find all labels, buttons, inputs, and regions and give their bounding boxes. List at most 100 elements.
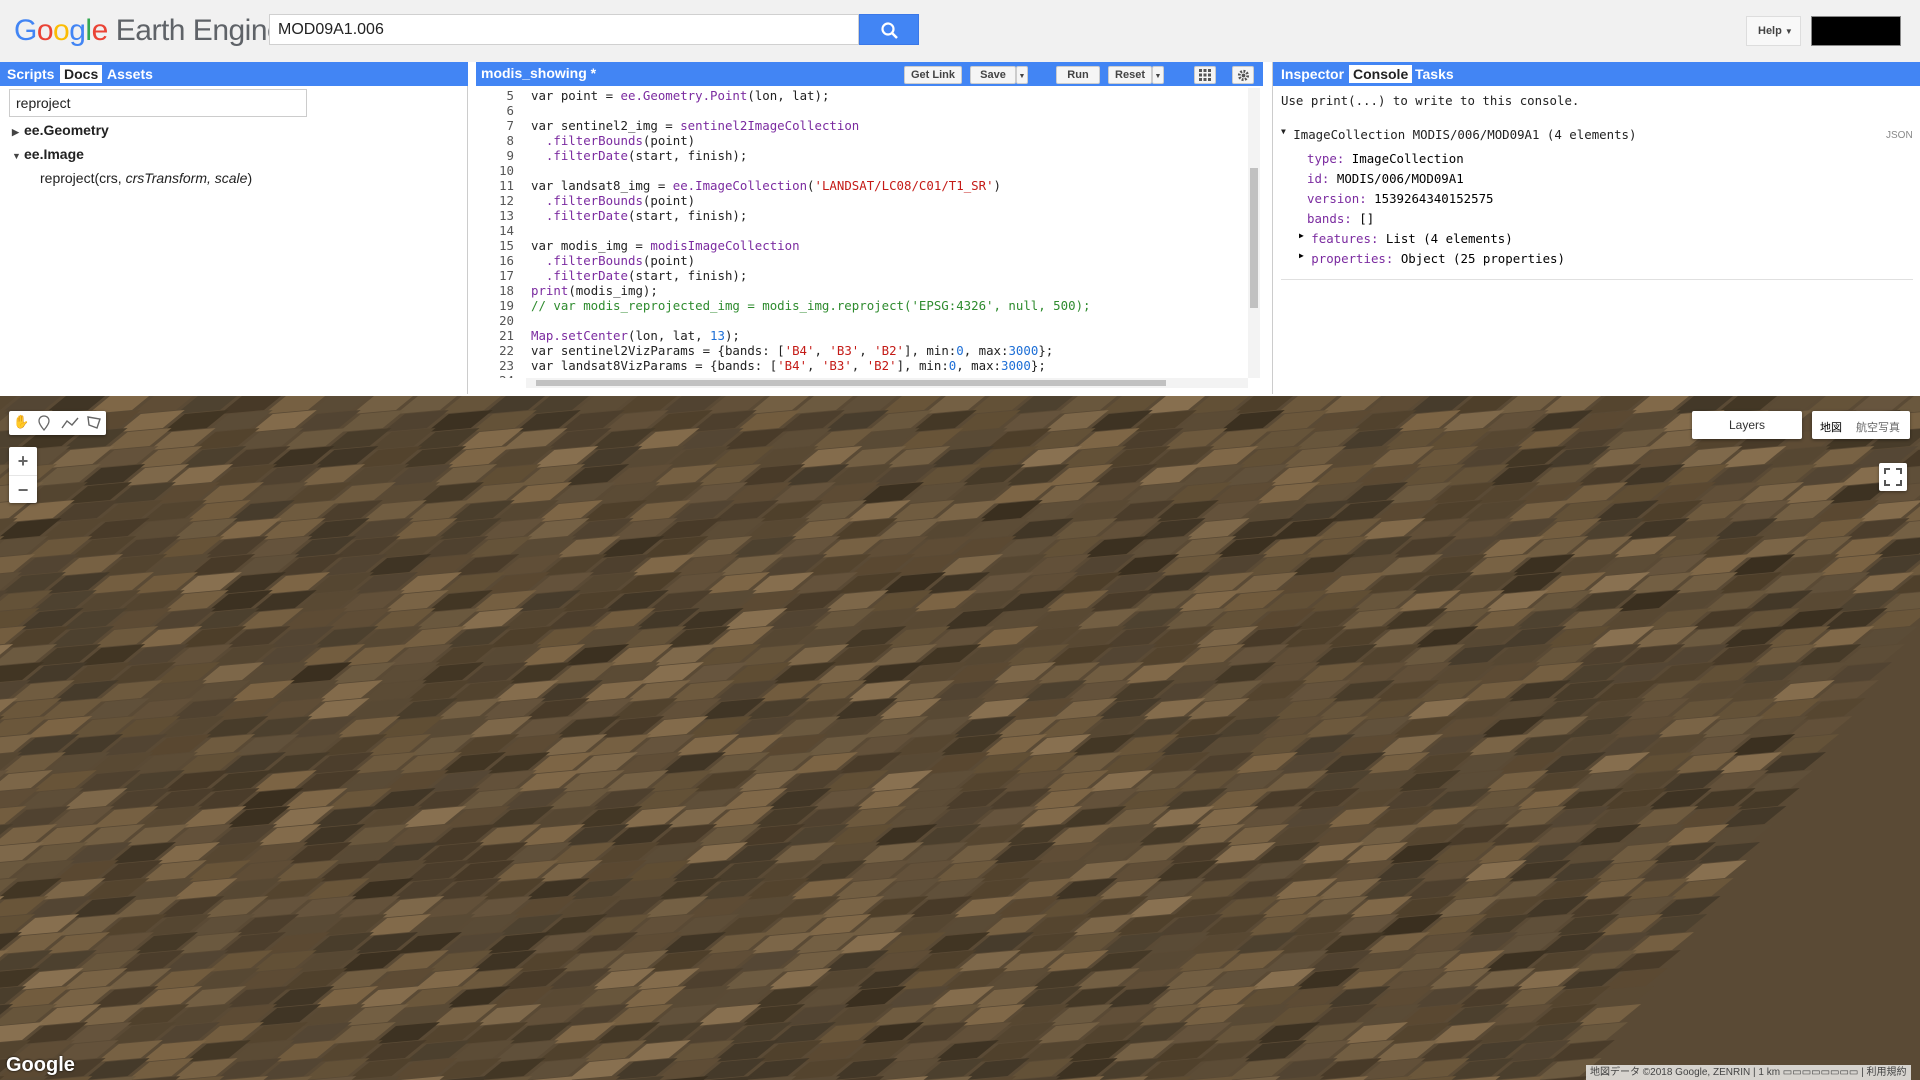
search-input[interactable]: MOD09A1.006 bbox=[269, 14, 859, 45]
polygon-icon[interactable] bbox=[86, 415, 102, 430]
map-attribution[interactable]: 地図データ ©2018 Google, ZENRIN | 1 km ▭▭▭▭▭▭… bbox=[1586, 1065, 1911, 1080]
code-line: Map.setCenter(lon, lat, 13); bbox=[531, 328, 740, 343]
field-key: id: bbox=[1307, 171, 1330, 186]
chevron-down-icon: ▼ bbox=[12, 151, 21, 161]
vertical-scrollbar[interactable] bbox=[1248, 88, 1260, 378]
console-collection-header[interactable]: ▼ ImageCollection MODIS/006/MOD09A1 (4 e… bbox=[1281, 127, 1636, 142]
map-type-satellite-button[interactable]: 航空写真 bbox=[1856, 419, 1900, 435]
chevron-down-icon: ▼ bbox=[1281, 127, 1286, 136]
chevron-right-icon: ▶ bbox=[1299, 231, 1304, 240]
code-line: .filterBounds(point) bbox=[545, 253, 696, 268]
map-view[interactable]: ✋ + − Layers 地図 航空写真 Google 地図データ ©2018 … bbox=[0, 396, 1920, 1080]
search-icon bbox=[881, 22, 898, 39]
code-line: .filterBounds(point) bbox=[545, 193, 696, 208]
console-field: id: MODIS/006/MOD09A1 bbox=[1307, 171, 1464, 186]
hand-icon[interactable]: ✋ bbox=[13, 414, 29, 430]
line-icon[interactable] bbox=[61, 416, 79, 430]
fullscreen-icon bbox=[1884, 468, 1902, 486]
line-number: 18 bbox=[499, 283, 514, 298]
earth-engine-logo[interactable]: Google Earth Engine bbox=[14, 14, 284, 48]
field-key: type: bbox=[1307, 151, 1345, 166]
tab-inspector[interactable]: Inspector bbox=[1277, 65, 1348, 83]
line-number: 13 bbox=[499, 208, 514, 223]
get-link-button[interactable]: Get Link bbox=[904, 66, 962, 84]
gear-icon bbox=[1237, 69, 1249, 82]
console-field: bands: [] bbox=[1307, 211, 1374, 226]
line-number: 14 bbox=[499, 223, 514, 238]
search-button[interactable] bbox=[859, 14, 919, 45]
line-number: 22 bbox=[499, 343, 514, 358]
chevron-down-icon: ▼ bbox=[1154, 73, 1162, 80]
scrollbar-thumb[interactable] bbox=[536, 380, 1166, 386]
run-button[interactable]: Run bbox=[1056, 66, 1100, 84]
code-line: .filterDate(start, finish); bbox=[545, 208, 748, 223]
method-close: ) bbox=[247, 170, 253, 186]
docs-search-input[interactable]: reproject bbox=[9, 89, 307, 117]
tab-assets[interactable]: Assets bbox=[103, 65, 157, 83]
field-value: MODIS/006/MOD09A1 bbox=[1336, 171, 1464, 186]
tab-tasks[interactable]: Tasks bbox=[1411, 65, 1458, 83]
zoom-out-button[interactable]: − bbox=[9, 475, 37, 503]
doc-method-reproject[interactable]: reproject(crs, crsTransform, scale) bbox=[40, 170, 252, 186]
line-number: 10 bbox=[499, 163, 514, 178]
line-number: 20 bbox=[499, 313, 514, 328]
help-button[interactable]: Help ▼ bbox=[1746, 16, 1801, 46]
reset-dropdown-button[interactable]: ▼ bbox=[1152, 66, 1164, 84]
code-line: var sentinel2VizParams = {bands: ['B4', … bbox=[531, 343, 1054, 358]
collection-header-text: ImageCollection MODIS/006/MOD09A1 (4 ele… bbox=[1293, 127, 1637, 142]
code-area[interactable]: 5 var point = ee.Geometry.Point(lon, lat… bbox=[476, 88, 1246, 378]
line-number: 15 bbox=[499, 238, 514, 253]
horizontal-scrollbar[interactable] bbox=[526, 378, 1248, 388]
fullscreen-button[interactable] bbox=[1879, 463, 1907, 491]
field-key: features: bbox=[1311, 231, 1379, 246]
tab-console[interactable]: Console bbox=[1349, 65, 1413, 83]
line-number: 16 bbox=[499, 253, 514, 268]
code-line: var landsat8_img = ee.ImageCollection('L… bbox=[531, 178, 1002, 193]
line-number: 17 bbox=[499, 268, 514, 283]
code-line: .filterDate(start, finish); bbox=[545, 148, 748, 163]
tab-docs[interactable]: Docs bbox=[60, 65, 103, 83]
layers-button[interactable]: Layers bbox=[1692, 411, 1802, 439]
code-line: var point = ee.Geometry.Point(lon, lat); bbox=[531, 88, 830, 103]
console-field-properties[interactable]: ▶ properties: Object (25 properties) bbox=[1299, 251, 1565, 266]
script-title: modis_showing * bbox=[481, 65, 597, 81]
field-value: Object (25 properties) bbox=[1400, 251, 1565, 266]
code-line: var landsat8VizParams = {bands: ['B4', '… bbox=[531, 358, 1046, 373]
line-number: 23 bbox=[499, 358, 514, 373]
json-link[interactable]: JSON bbox=[1886, 130, 1913, 141]
save-button[interactable]: Save bbox=[970, 66, 1016, 84]
code-line: .filterBounds(point) bbox=[545, 133, 696, 148]
console-hint: Use print(...) to write to this console. bbox=[1281, 93, 1580, 108]
map-type-map-button[interactable]: 地図 bbox=[1820, 419, 1842, 435]
line-number: 5 bbox=[506, 88, 514, 103]
line-number: 6 bbox=[506, 103, 514, 118]
header: Google Earth Engine MOD09A1.006 Help ▼ bbox=[0, 0, 1920, 62]
console-panel: Inspector Console Tasks Use print(...) t… bbox=[1272, 62, 1920, 394]
console-tabbar: Inspector Console Tasks bbox=[1273, 62, 1920, 86]
zoom-in-button[interactable]: + bbox=[9, 447, 37, 475]
apps-grid-button[interactable] bbox=[1194, 66, 1216, 84]
editor-toolbar: modis_showing * Get Link Save ▼ Run Rese… bbox=[476, 62, 1263, 86]
settings-button[interactable] bbox=[1232, 66, 1254, 84]
console-field-features[interactable]: ▶ features: List (4 elements) bbox=[1299, 231, 1513, 246]
left-panel: Scripts Docs Assets reproject ▶ ee.Geomet… bbox=[0, 62, 468, 394]
scrollbar-thumb[interactable] bbox=[1250, 168, 1258, 308]
marker-icon[interactable] bbox=[38, 415, 50, 431]
tree-item-ee-geometry[interactable]: ▶ ee.Geometry bbox=[12, 122, 109, 138]
code-line: var modis_img = modisImageCollection bbox=[531, 238, 800, 253]
save-dropdown-button[interactable]: ▼ bbox=[1016, 66, 1028, 84]
tree-item-ee-image[interactable]: ▼ ee.Image bbox=[12, 146, 84, 162]
reset-button[interactable]: Reset bbox=[1108, 66, 1152, 84]
account-button[interactable] bbox=[1811, 16, 1901, 46]
line-number: 7 bbox=[506, 118, 514, 133]
drawing-tools: ✋ bbox=[9, 411, 106, 435]
method-name: reproject(crs, bbox=[40, 170, 126, 186]
tab-scripts[interactable]: Scripts bbox=[3, 65, 58, 83]
code-editor-panel: modis_showing * Get Link Save ▼ Run Rese… bbox=[476, 62, 1263, 394]
field-value: [] bbox=[1359, 211, 1375, 226]
field-value: ImageCollection bbox=[1351, 151, 1464, 166]
google-map-logo: Google bbox=[6, 1054, 75, 1076]
method-args: crsTransform, scale bbox=[125, 170, 248, 186]
grid-icon bbox=[1199, 69, 1211, 81]
line-number: 12 bbox=[499, 193, 514, 208]
